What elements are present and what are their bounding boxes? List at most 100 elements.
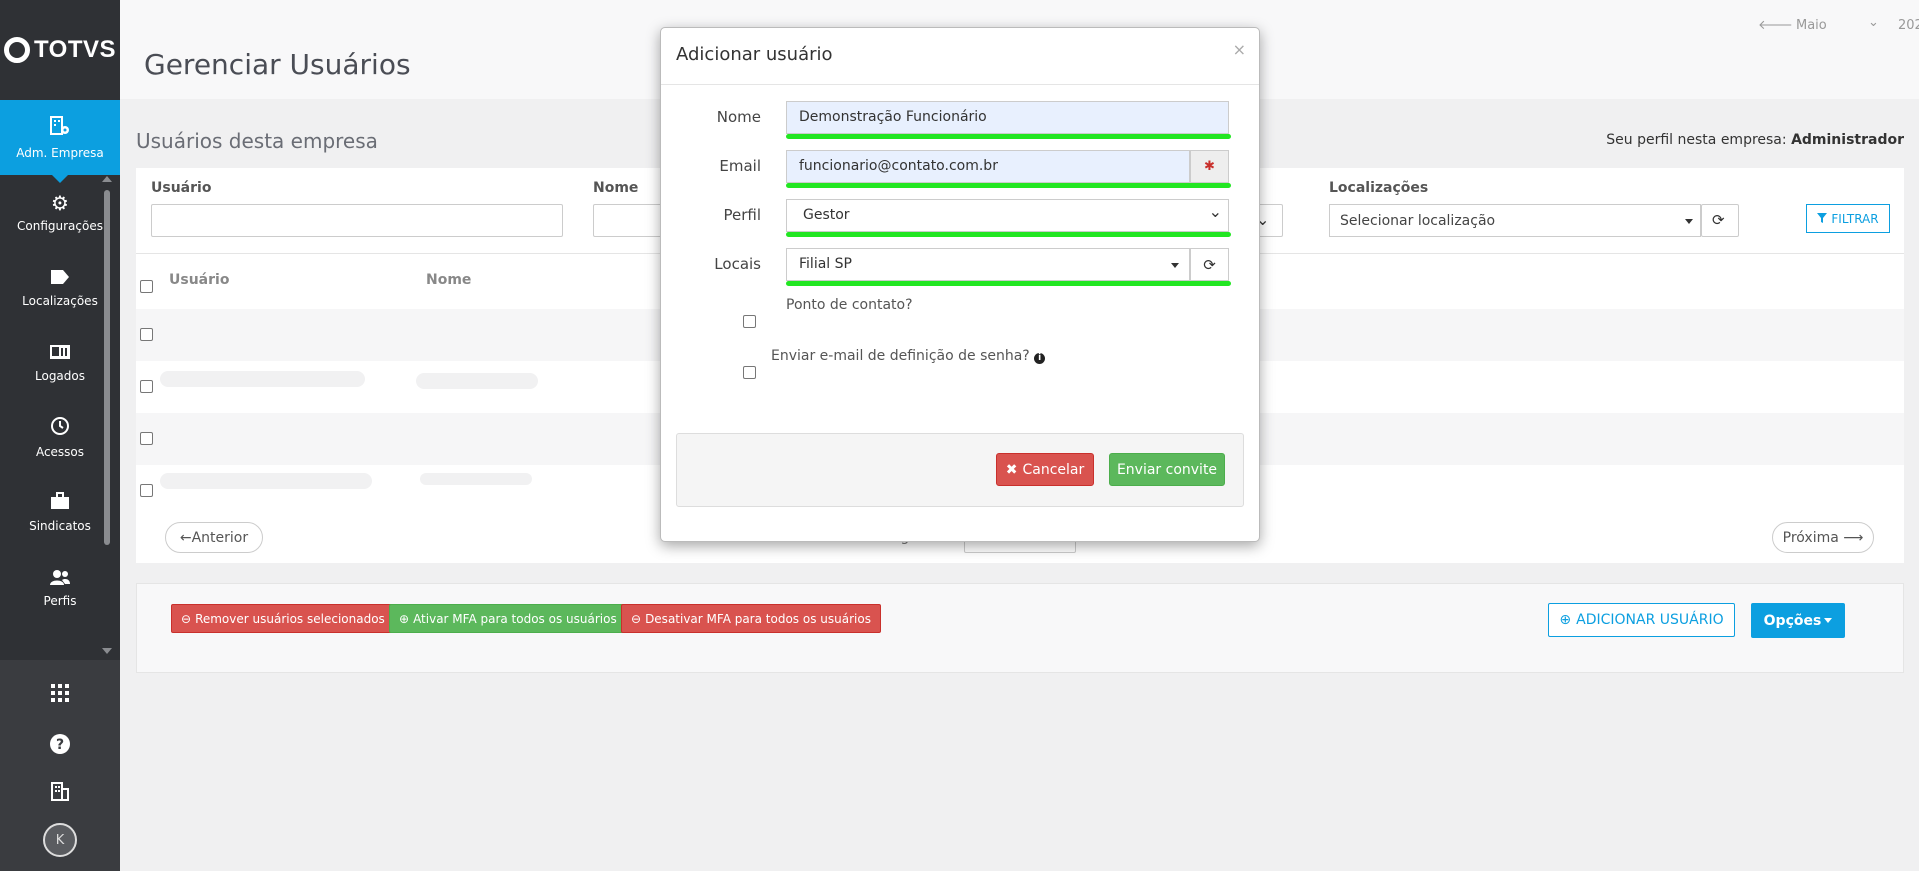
profile-label: Seu perfil nesta empresa: — [1606, 132, 1787, 148]
sidebar-item-adm-empresa[interactable]: Adm. Empresa — [0, 100, 120, 183]
name-filter-label: Nome — [593, 180, 639, 196]
sidebar-item-label: Logados — [35, 368, 85, 383]
row-checkbox[interactable] — [140, 484, 153, 497]
locations-select-value: Filial SP — [799, 256, 852, 272]
send-invite-button[interactable]: Enviar convite — [1109, 453, 1225, 486]
sidebar-scrollbar[interactable] — [104, 190, 110, 545]
svg-text:?: ? — [56, 737, 64, 753]
highlight-underline — [786, 281, 1231, 286]
scroll-down-icon[interactable] — [102, 648, 112, 654]
email-input[interactable]: funcionario@contato.com.br — [786, 150, 1190, 183]
sidebar-item-sindicatos[interactable]: Sindicatos — [0, 475, 120, 550]
filter-button[interactable]: FILTRAR — [1806, 204, 1890, 233]
highlight-underline — [786, 183, 1231, 188]
chevron-down-icon[interactable]: ⌄ — [1868, 15, 1879, 30]
locations-refresh-button[interactable]: ⟳ — [1701, 204, 1739, 237]
filter-icon — [1817, 212, 1828, 226]
sidebar-item-label: Acessos — [35, 445, 85, 459]
refresh-icon: ⟳ — [1203, 255, 1216, 274]
caret-down-icon — [1171, 263, 1179, 268]
page-title: Gerenciar Usuários — [144, 48, 411, 81]
disable-mfa-label: Desativar MFA para todos os usuários — [645, 611, 871, 626]
name-input[interactable]: Demonstração Funcionário — [786, 101, 1229, 134]
locations-refresh-button[interactable]: ⟳ — [1190, 248, 1229, 281]
sidebar-item-label: Perfis — [43, 593, 77, 608]
send-password-email-checkbox[interactable] — [743, 366, 756, 379]
asterisk-icon: ✱ — [1204, 159, 1215, 174]
email-label: Email — [719, 157, 761, 175]
required-field-indicator: ✱ — [1190, 150, 1229, 183]
next-page-button[interactable]: Próxima ⟶ — [1772, 522, 1874, 553]
year-select[interactable]: 2026 — [1898, 18, 1919, 33]
caret-down-icon — [1685, 219, 1693, 224]
locations-label: Locais — [714, 255, 761, 273]
user-filter-input[interactable] — [151, 204, 563, 237]
plus-circle-icon: ⊕ — [399, 611, 410, 626]
column-header-nome[interactable]: Nome — [426, 272, 471, 288]
apps-grid-icon[interactable] — [0, 684, 120, 707]
sidebar-item-perfis[interactable]: Perfis — [0, 550, 120, 625]
row-checkbox[interactable] — [140, 432, 153, 445]
gear-icon: ⚙ — [51, 190, 69, 215]
info-icon[interactable]: i — [1034, 353, 1046, 364]
highlight-underline — [786, 134, 1231, 139]
profile-note: Seu perfil nesta empresa: Administrador — [1606, 132, 1904, 148]
locations-filter-value: Selecionar localização — [1340, 213, 1496, 229]
sidebar-item-acessos[interactable]: Acessos — [0, 400, 120, 475]
briefcase-icon — [50, 492, 70, 513]
arrow-left-icon[interactable]: 🡐 — [1758, 17, 1793, 33]
sidebar-item-label: Localizações — [22, 293, 98, 308]
send-password-email-label: Enviar e-mail de definição de senha? i — [771, 348, 1046, 364]
minus-circle-icon: ⊖ — [631, 611, 642, 626]
sidebar-item-localizacoes[interactable]: Localizações — [0, 250, 120, 325]
help-icon[interactable]: ? — [0, 733, 120, 760]
profile-select-value: Gestor — [803, 207, 850, 223]
modal-footer: ✖ Cancelar Enviar convite — [676, 433, 1244, 507]
close-icon[interactable]: × — [1233, 40, 1246, 59]
profile-select[interactable]: Gestor ⌄ — [786, 199, 1229, 232]
contact-point-label: Ponto de contato? — [786, 297, 913, 313]
loading-placeholder — [416, 373, 538, 389]
row-checkbox[interactable] — [140, 328, 153, 341]
disable-mfa-button[interactable]: ⊖ Desativar MFA para todos os usuários — [621, 604, 881, 633]
scroll-up-icon[interactable] — [102, 176, 112, 182]
row-checkbox[interactable] — [140, 380, 153, 393]
remove-selected-users-label: Remover usuários selecionados — [195, 611, 385, 626]
previous-page-button[interactable]: ←Anterior — [165, 522, 263, 553]
loading-placeholder — [160, 371, 365, 387]
refresh-icon: ⟳ — [1712, 211, 1725, 229]
sidebar-item-label: Configurações — [17, 218, 103, 233]
enable-mfa-button[interactable]: ⊕ Ativar MFA para todos os usuários — [389, 604, 627, 633]
logo-text: TOTVS — [33, 36, 117, 63]
profile-value: Administrador — [1791, 132, 1904, 148]
profile-label: Perfil — [723, 206, 761, 224]
locations-filter-label: Localizações — [1329, 180, 1429, 196]
column-header-usuario[interactable]: Usuário — [169, 272, 229, 288]
add-user-label: ADICIONAR USUÁRIO — [1576, 612, 1724, 628]
sidebar-item-label: Sindicatos — [29, 519, 91, 533]
contact-point-checkbox[interactable] — [743, 315, 756, 328]
totvs-logo[interactable]: TOTVS — [0, 0, 120, 100]
remove-selected-users-button[interactable]: ⊖ Remover usuários selecionados — [171, 604, 395, 633]
plus-circle-icon: ⊕ — [1559, 612, 1572, 628]
options-dropdown-button[interactable]: Opções — [1751, 603, 1845, 638]
cancel-button[interactable]: ✖ Cancelar — [996, 453, 1094, 486]
loading-placeholder — [160, 473, 372, 489]
users-icon — [49, 568, 71, 588]
options-label: Opções — [1763, 612, 1822, 629]
sidebar-item-configuracoes[interactable]: ⚙ Configurações — [0, 175, 120, 250]
select-all-checkbox[interactable] — [140, 280, 153, 293]
history-icon — [50, 416, 70, 439]
building-gear-icon — [49, 115, 71, 140]
sidebar-item-logados[interactable]: Logados — [0, 325, 120, 400]
user-filter-label: Usuário — [151, 180, 212, 196]
add-user-button[interactable]: ⊕ ADICIONAR USUÁRIO — [1548, 603, 1735, 637]
month-select[interactable]: Maio — [1796, 18, 1827, 33]
avatar[interactable]: K — [43, 823, 77, 857]
locations-select[interactable]: Filial SP — [786, 248, 1190, 281]
totvs-logo-icon — [3, 37, 30, 63]
locations-filter-select[interactable]: Selecionar localização — [1329, 204, 1701, 237]
company-building-icon[interactable] — [0, 781, 120, 806]
chevron-down-icon: ⌄ — [1208, 202, 1222, 221]
caret-down-icon — [1824, 618, 1833, 623]
